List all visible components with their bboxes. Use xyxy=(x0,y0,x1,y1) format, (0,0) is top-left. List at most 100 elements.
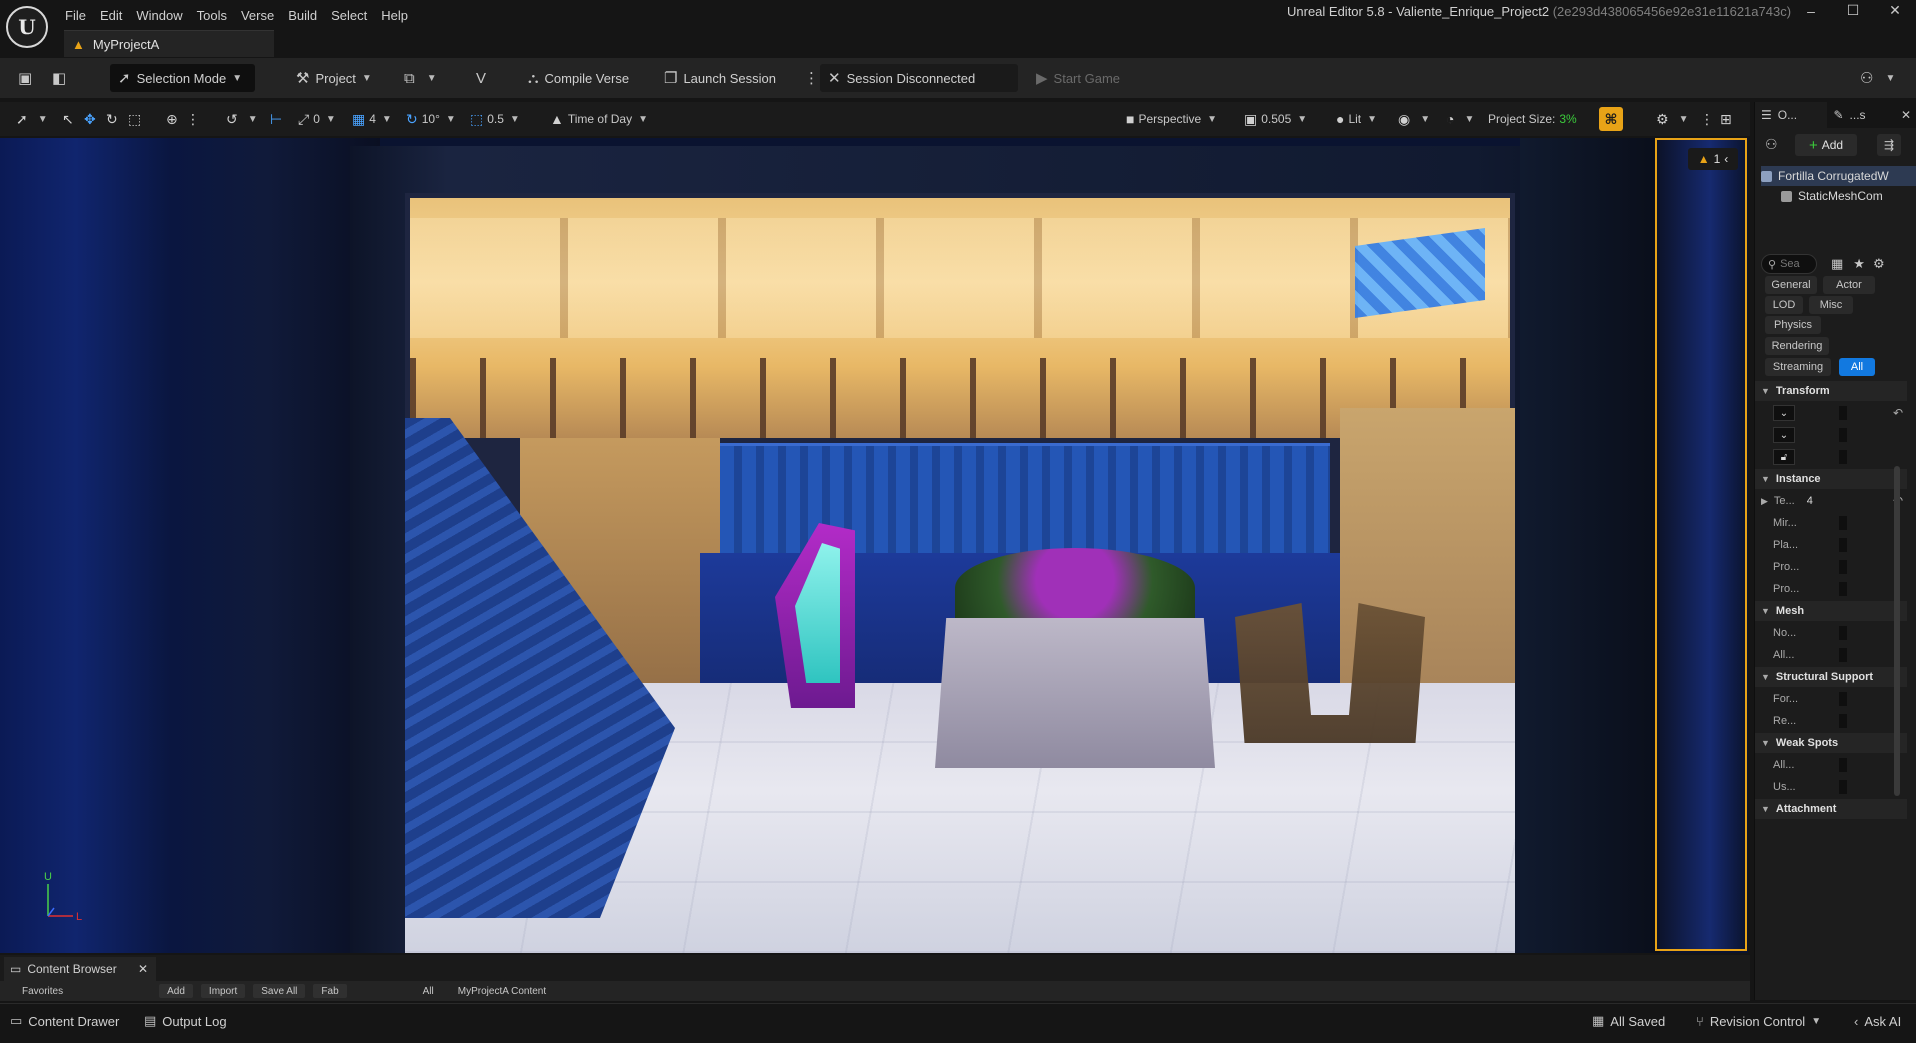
project-dropdown[interactable]: ⚒ Project ▼ xyxy=(288,64,380,92)
import-button[interactable]: Import xyxy=(200,984,246,998)
all-saved-button[interactable]: ▦ All Saved xyxy=(1584,1010,1673,1032)
viewport-warning-badge[interactable]: ▲ 1 ‹ xyxy=(1688,148,1738,170)
show-dropdown[interactable]: ◉ ▼ xyxy=(1392,107,1436,131)
section-instance[interactable]: ▼ Instance xyxy=(1755,469,1907,489)
project-tab[interactable]: ▲ MyProjectA xyxy=(64,30,274,57)
compile-verse-button[interactable]: ⛬ Compile Verse xyxy=(520,64,637,92)
menu-help[interactable]: Help xyxy=(381,8,422,23)
minimize-button[interactable]: – xyxy=(1790,3,1832,19)
menu-file[interactable]: File xyxy=(65,8,100,23)
grid-snap-dropdown[interactable]: ▦ 4 ▼ xyxy=(346,107,398,131)
prop-value[interactable] xyxy=(1839,560,1847,574)
menu-window[interactable]: Window xyxy=(136,8,196,23)
prop-value[interactable] xyxy=(1839,758,1847,772)
gear-icon[interactable]: ⚙ xyxy=(1873,256,1885,272)
scale-value[interactable] xyxy=(1839,450,1847,464)
filter-streaming[interactable]: Streaming xyxy=(1765,358,1831,376)
add-button[interactable]: Add xyxy=(159,984,193,998)
ask-ai-button[interactable]: ‹ Ask AI xyxy=(1846,1010,1909,1032)
path-all[interactable]: All xyxy=(415,984,442,998)
prop-value[interactable] xyxy=(1839,582,1847,596)
location-value[interactable] xyxy=(1839,406,1847,420)
layout-icon[interactable]: ⊞ xyxy=(1714,107,1742,131)
section-weak-spots[interactable]: ▼ Weak Spots xyxy=(1755,733,1907,753)
rotation-value[interactable] xyxy=(1839,428,1847,442)
menu-edit[interactable]: Edit xyxy=(100,8,136,23)
select-tool-dropdown[interactable]: ➚ ▼ xyxy=(10,107,54,131)
save-all-button[interactable]: Save All xyxy=(253,984,306,998)
performance-dropdown[interactable]: ◔ ▼ xyxy=(1440,107,1480,131)
session-status-button[interactable]: ✕ Session Disconnected xyxy=(820,64,1018,92)
filter-lod[interactable]: LOD xyxy=(1765,296,1803,314)
scale-snap-dropdown[interactable]: ⬚ 0.5 ▼ xyxy=(464,107,526,131)
location-snap-dropdown[interactable]: ⤢ 0 ▼ xyxy=(292,107,342,131)
details-search-input[interactable]: ⚲ Sea xyxy=(1761,254,1817,274)
prop-value[interactable]: 4 xyxy=(1807,495,1813,507)
menu-build[interactable]: Build xyxy=(288,8,331,23)
outliner-tab[interactable]: ☰ O... xyxy=(1755,102,1828,128)
viewport-settings-dropdown[interactable]: ⚙ ▼ xyxy=(1650,107,1694,131)
unreal-logo-icon[interactable]: U xyxy=(6,6,48,48)
lit-dropdown[interactable]: ● Lit ▼ xyxy=(1330,107,1383,131)
prop-value[interactable] xyxy=(1839,714,1847,728)
prop-value[interactable] xyxy=(1839,516,1847,530)
camera-speed-dropdown[interactable]: ▣ 0.505 ▼ xyxy=(1238,107,1313,131)
filter-misc[interactable]: Misc xyxy=(1809,296,1853,314)
filter-rendering[interactable]: Rendering xyxy=(1765,337,1829,355)
menu-tools[interactable]: Tools xyxy=(197,8,241,23)
close-button[interactable]: ✕ xyxy=(1874,2,1916,19)
output-log-button[interactable]: ▤ Output Log xyxy=(136,1010,235,1032)
table-view-icon[interactable]: ▦ xyxy=(1831,256,1843,272)
time-of-day-dropdown[interactable]: ▲ Time of Day ▼ xyxy=(544,107,654,131)
users-icon[interactable]: ⚇ ▼ xyxy=(1852,64,1903,92)
rotation-dropdown[interactable]: ⌄ xyxy=(1773,427,1795,443)
realtime-toggle-icon[interactable]: ⌘ xyxy=(1599,107,1623,131)
filter-general[interactable]: General xyxy=(1765,276,1817,294)
launch-session-button[interactable]: ❐ Launch Session xyxy=(656,64,784,92)
section-structural-support[interactable]: ▼ Structural Support xyxy=(1755,667,1907,687)
start-game-button[interactable]: ▶ Start Game xyxy=(1028,64,1128,92)
details-scrollbar[interactable] xyxy=(1894,466,1900,796)
selection-mode-dropdown[interactable]: ➚ Selection Mode ▼ xyxy=(110,64,255,92)
selected-actor-outline[interactable] xyxy=(1655,138,1747,951)
fab-button[interactable]: Fab xyxy=(313,984,347,998)
details-tab[interactable]: ✎ ...s xyxy=(1827,102,1894,128)
maximize-button[interactable]: ☐ xyxy=(1832,2,1874,19)
content-browser-tab[interactable]: ▭ Content Browser ✕ xyxy=(4,957,156,981)
filter-physics[interactable]: Physics xyxy=(1765,316,1821,334)
close-icon[interactable]: ✕ xyxy=(138,962,148,976)
add-component-button[interactable]: + Add xyxy=(1795,134,1857,156)
section-attachment[interactable]: ▼ Attachment xyxy=(1755,799,1907,819)
save-icon[interactable]: ▣ xyxy=(10,64,46,92)
scale-icon[interactable]: ⬚ xyxy=(122,107,151,131)
content-icon[interactable]: ◧ xyxy=(44,64,80,92)
panel-close-icon[interactable]: ✕ xyxy=(1895,102,1916,128)
prop-value[interactable] xyxy=(1839,538,1847,552)
prop-value[interactable] xyxy=(1839,648,1847,662)
outliner-item-actor[interactable]: Fortilla CorrugatedW xyxy=(1761,166,1916,186)
favorites-toggle[interactable]: Favorites xyxy=(14,984,71,998)
blueprint-icon[interactable]: ⇶ xyxy=(1877,134,1901,156)
reset-icon[interactable]: ↶ xyxy=(1893,406,1903,420)
content-drawer-button[interactable]: ▭ Content Drawer xyxy=(2,1010,127,1032)
location-dropdown[interactable]: ⌄ xyxy=(1773,405,1795,421)
path-content[interactable]: MyProjectA Content xyxy=(450,984,554,998)
rotation-mode-dropdown[interactable]: ↺ ▼ xyxy=(220,107,264,131)
lock-icon[interactable]: 🔓︎ xyxy=(1773,449,1795,465)
prop-value[interactable] xyxy=(1839,626,1847,640)
outliner-item-component[interactable]: StaticMeshCom xyxy=(1781,186,1916,206)
perspective-dropdown[interactable]: ■ Perspective ▼ xyxy=(1120,107,1223,131)
menu-select[interactable]: Select xyxy=(331,8,381,23)
section-mesh[interactable]: ▼ Mesh xyxy=(1755,601,1907,621)
section-transform[interactable]: ▼ Transform xyxy=(1755,381,1907,401)
prop-value[interactable] xyxy=(1839,692,1847,706)
level-viewport[interactable]: ▲ 1 ‹ U L xyxy=(0,138,1748,953)
filter-actor[interactable]: Actor xyxy=(1823,276,1875,294)
prop-value[interactable] xyxy=(1839,780,1847,794)
menu-verse[interactable]: Verse xyxy=(241,8,288,23)
verse-icon[interactable]: V xyxy=(468,64,500,92)
revision-control-dropdown[interactable]: ⑂ Revision Control ▼ xyxy=(1688,1010,1829,1032)
filter-all[interactable]: All xyxy=(1839,358,1875,376)
more-options-icon[interactable]: ⋮ xyxy=(180,107,210,131)
surface-snap-icon[interactable]: ⊢ xyxy=(264,107,292,131)
